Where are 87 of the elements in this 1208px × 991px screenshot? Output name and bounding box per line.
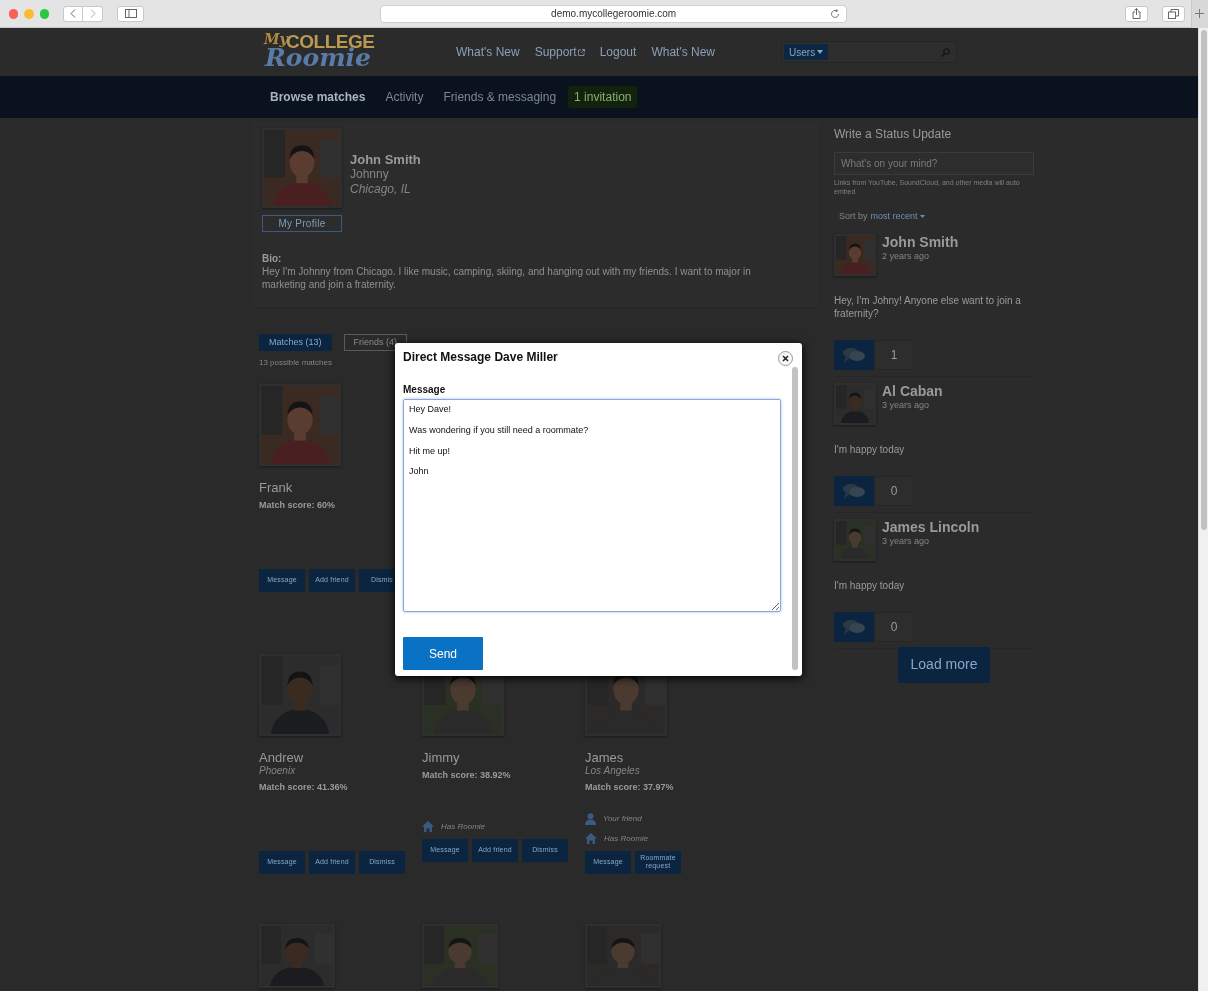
match-location: Phoenix <box>259 765 296 777</box>
match-name[interactable]: Andrew <box>259 750 304 765</box>
tabs-icon <box>1168 8 1180 19</box>
comment-count: 0 <box>874 611 914 642</box>
close-window-icon[interactable] <box>9 8 19 19</box>
load-more-button[interactable]: Load more <box>898 646 990 683</box>
match-status: Has Roomie <box>604 832 648 845</box>
comment-button[interactable] <box>834 611 874 642</box>
bio-label: Bio: <box>262 253 282 265</box>
post-author[interactable]: James Lincoln <box>882 518 980 535</box>
search-scope-dropdown[interactable]: Users <box>784 44 829 60</box>
sort-label: Sort by <box>839 210 868 223</box>
profile-nickname: Johnny <box>350 167 390 182</box>
sidebar-toggle-button[interactable] <box>117 5 144 22</box>
send-button[interactable]: Send <box>403 637 483 670</box>
chevron-left-icon <box>70 9 77 18</box>
person-icon <box>585 812 596 825</box>
header-link[interactable]: What's New <box>456 43 520 61</box>
speech-bubbles-icon <box>842 618 866 635</box>
share-icon <box>1132 8 1142 19</box>
close-button[interactable] <box>778 350 793 366</box>
plus-icon <box>1195 9 1205 18</box>
post-time: 3 years ago <box>882 534 931 548</box>
match-status: Your friend <box>603 812 642 825</box>
share-button[interactable] <box>1125 5 1149 22</box>
post-time: 3 years ago <box>882 398 931 412</box>
match-name[interactable]: Frank <box>259 480 293 495</box>
speech-bubbles-icon <box>842 482 866 499</box>
my-profile-button[interactable]: My Profile <box>262 215 342 232</box>
search-field[interactable]: Users <box>781 41 957 63</box>
caret-icon <box>817 50 824 54</box>
match-name[interactable]: Jimmy <box>422 750 460 765</box>
external-link-icon <box>577 48 585 56</box>
match-status: Has Roomie <box>441 820 485 833</box>
forward-button[interactable] <box>83 5 104 22</box>
post-text: I'm happy today <box>834 578 906 592</box>
comment-count: 0 <box>874 475 914 506</box>
profile-name: John Smith <box>350 152 421 167</box>
match-score: Match score: 38.92% <box>422 769 511 782</box>
comment-count: 1 <box>874 339 914 370</box>
caret-icon <box>919 215 925 219</box>
back-button[interactable] <box>63 5 84 22</box>
message-label: Message <box>403 383 447 397</box>
post-author[interactable]: John Smith <box>882 233 959 250</box>
matches-count: 13 possible matches <box>259 357 332 369</box>
nav-tab[interactable]: Friends & messaging <box>443 88 557 106</box>
bio-text: Hey I'm Johnny from Chicago. I like music, camping, skiing, and hanging out with my friends. I want to major in marketing and join a fraternity. <box>262 265 752 291</box>
post-time: 2 years ago <box>882 249 931 263</box>
sort-dropdown[interactable]: most recent <box>870 210 925 224</box>
reload-icon[interactable] <box>830 8 841 19</box>
match-score: Match score: 60% <box>259 499 336 512</box>
comment-button[interactable] <box>834 339 874 370</box>
url-text: demo.mycollegeroomie.com <box>551 7 677 21</box>
match-score: Match score: 37.97% <box>585 781 674 794</box>
message-field[interactable]: Hey Dave! Was wondering if you still need a roommate? Hit me up! John <box>403 399 781 612</box>
page-scrollbar-thumb[interactable] <box>1200 30 1207 530</box>
house-icon <box>422 821 434 832</box>
match-score: Match score: 41.36% <box>259 781 348 794</box>
filter-tab[interactable]: Matches (13) <box>259 334 332 351</box>
nav-tab[interactable]: Browse matches <box>270 88 366 106</box>
comment-button[interactable] <box>834 475 874 506</box>
status-input[interactable]: What's on your mind? <box>834 152 1034 175</box>
search-icon[interactable] <box>941 47 950 57</box>
scrollbar-thumb[interactable] <box>792 367 798 670</box>
header-link[interactable]: Logout <box>599 43 637 61</box>
zoom-window-icon[interactable] <box>39 8 50 19</box>
chevron-right-icon <box>89 9 96 18</box>
match-name[interactable]: James <box>585 750 624 765</box>
speech-bubbles-icon <box>842 346 866 363</box>
post-text: Hey, I'm Johny! Anyone else want to join a fraternity? <box>834 293 1022 320</box>
close-icon <box>782 354 789 362</box>
tabs-button[interactable] <box>1162 5 1185 22</box>
header-link[interactable]: Support <box>534 43 585 61</box>
minimize-window-icon[interactable] <box>24 8 34 19</box>
match-location: Los Angeles <box>585 765 640 777</box>
header-link[interactable]: What's New <box>651 43 715 61</box>
house-icon <box>585 833 597 844</box>
post-text: I'm happy today <box>834 442 906 456</box>
address-bar[interactable]: demo.mycollegeroomie.com <box>379 4 848 23</box>
post-author[interactable]: Al Caban <box>882 382 943 399</box>
invitation-badge[interactable]: 1 invitation <box>568 86 638 108</box>
dialog-title: Direct Message Dave Miller <box>403 349 558 366</box>
sidebar-icon <box>124 9 137 18</box>
status-heading: Write a Status Update <box>834 126 953 143</box>
new-tab-button[interactable] <box>1190 0 1208 28</box>
nav-tab[interactable]: Activity <box>385 88 424 106</box>
profile-location: Chicago, IL <box>350 182 412 197</box>
